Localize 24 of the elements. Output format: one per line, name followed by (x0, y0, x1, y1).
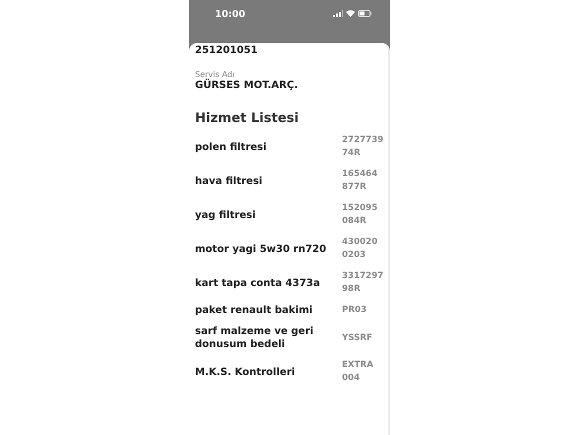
status-time: 10:00 (215, 9, 246, 20)
battery-icon (358, 10, 372, 17)
service-code: 2727739 74R (342, 134, 382, 160)
signal-icon (333, 10, 343, 17)
field-value: GÜRSES MOT.ARÇ. (195, 80, 299, 91)
wifi-icon (346, 10, 355, 17)
service-code: 430020 0203 (342, 236, 378, 262)
service-code: EXTRA 004 (342, 359, 374, 385)
service-name: yag filtresi (195, 208, 257, 222)
service-code: YSSRF (342, 332, 374, 344)
service-code: 165464 877R (342, 168, 378, 194)
service-name: motor yagi 5w30 rn720 (195, 242, 328, 256)
service-name: polen filtresi (195, 140, 268, 154)
service-code: PR03 (342, 304, 368, 317)
field-label: Servis Adı (195, 70, 235, 79)
record-number: 251201051 (195, 45, 259, 56)
service-name: paket renault bakimi (195, 304, 314, 317)
service-code: 152095 084R (342, 202, 378, 228)
section-heading: Hizmet Listesi (195, 111, 300, 126)
service-name: hava filtresi (195, 174, 264, 188)
service-name: sarf malzeme ve geri donusum bedeli (195, 325, 314, 351)
service-name: M.K.S. Kontrolleri (195, 366, 296, 378)
service-code: 3317297 98R (342, 270, 382, 296)
service-name: kart tapa conta 4373a (195, 276, 322, 290)
